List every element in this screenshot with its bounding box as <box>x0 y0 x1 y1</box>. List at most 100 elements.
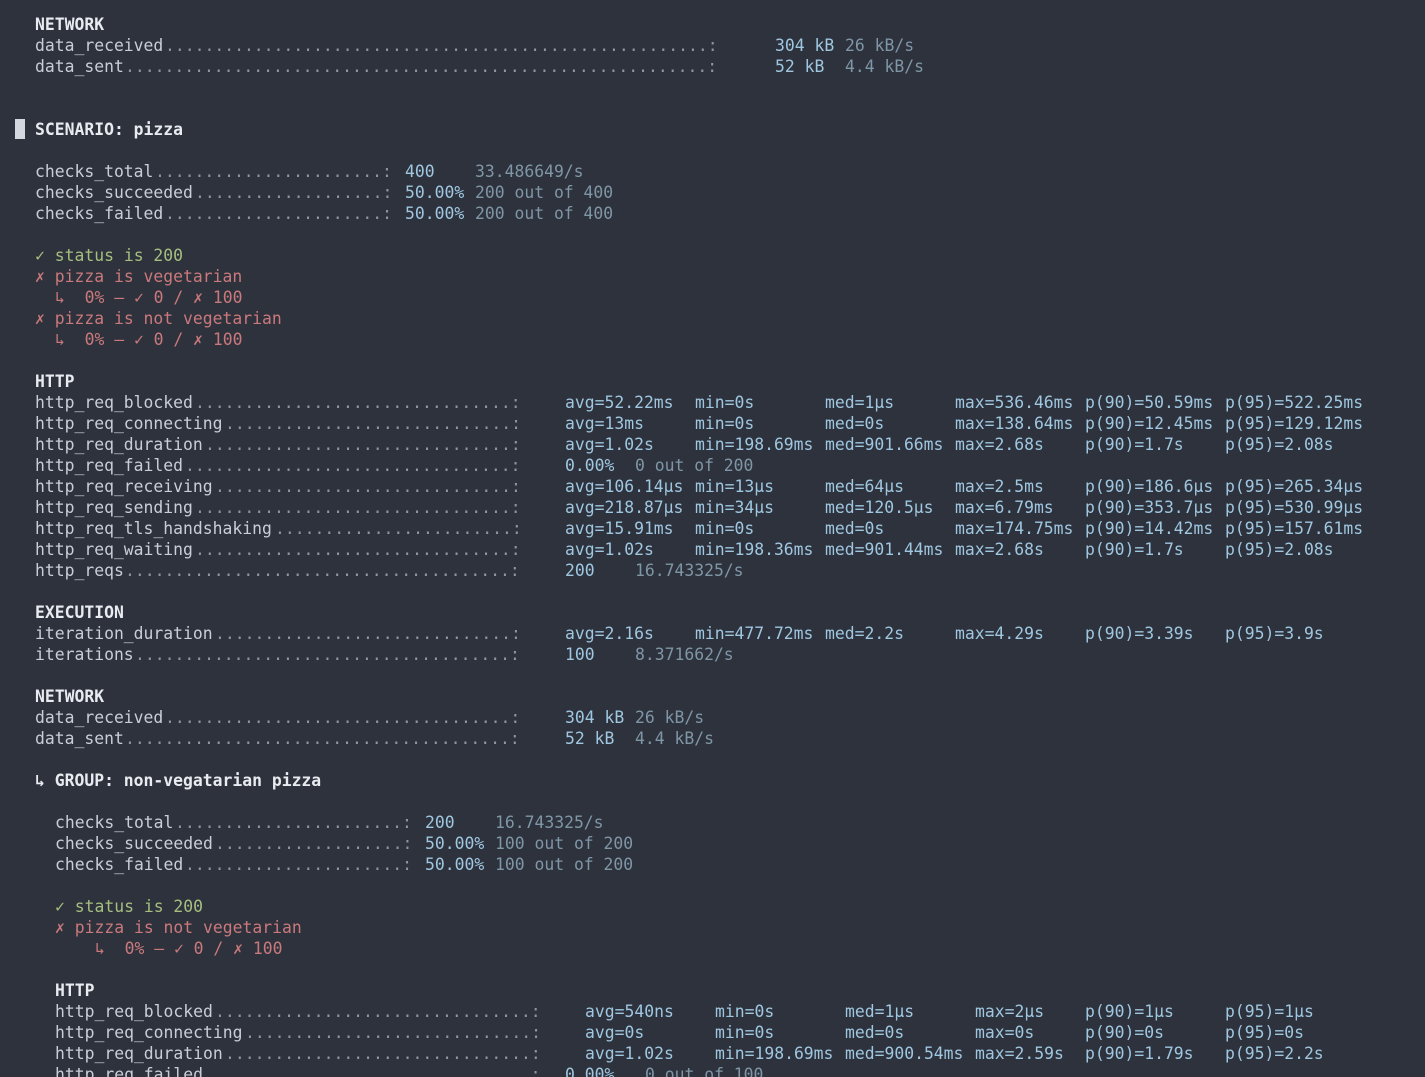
section-heading-execution: EXECUTION <box>35 603 124 622</box>
metric-med: med=0s <box>825 414 885 433</box>
metric-p90: p(90)=1.7s <box>1085 435 1184 454</box>
group-heading: ↳ GROUP: non-vegatarian pizza <box>35 771 322 790</box>
terminal-cursor <box>15 119 25 139</box>
check-result-pass: ✓ status is 200 <box>55 896 203 917</box>
metric-avg: avg=52.22ms <box>565 393 674 412</box>
metric-avg: avg=15.91ms <box>565 519 674 538</box>
metric-row-http-req-connecting: http_req_connecting ....................… <box>35 413 1415 434</box>
metric-p90: p(90)=1.79s <box>1085 1044 1194 1063</box>
metric-min: min=198.69ms <box>715 1044 834 1063</box>
metric-value: 52 kB <box>565 729 615 748</box>
metric-min: min=34µs <box>695 498 774 517</box>
metric-row-http-req-sending: http_req_sending .......................… <box>35 497 1415 518</box>
metric-name: http_req_failed <box>35 456 184 475</box>
metric-dots: ...................................: <box>165 708 521 727</box>
metric-min: min=0s <box>695 414 755 433</box>
check-pass-icon: ✓ <box>35 246 45 265</box>
metric-avg: avg=0s <box>585 1023 645 1042</box>
metric-name: checks_failed <box>55 855 184 874</box>
metric-max: max=536.46ms <box>955 393 1074 412</box>
metric-row-data-sent-top: data_sent ..............................… <box>35 56 1035 77</box>
metric-med: med=1µs <box>845 1002 915 1021</box>
metric-p90: p(90)=3.39s <box>1085 624 1194 643</box>
metric-value: 50.00% <box>425 834 485 853</box>
metric-value: 304 kB <box>565 708 625 727</box>
metric-row-iteration-duration: iteration_duration .....................… <box>35 623 1415 644</box>
metric-detail: 16.743325/s <box>635 561 744 580</box>
check-label: pizza is not vegetarian <box>54 309 282 328</box>
metric-name: checks_succeeded <box>55 834 213 853</box>
section-heading-group-http: HTTP <box>55 981 95 1000</box>
metric-avg: avg=1.02s <box>565 435 654 454</box>
metric-value: 52 kB <box>775 57 825 76</box>
metric-max: max=2.59s <box>975 1044 1064 1063</box>
metric-p95: p(95)=129.12ms <box>1225 414 1364 433</box>
check-breakdown: ↳ 0% — ✓ 0 / ✗ 100 <box>95 939 283 958</box>
metric-value: 200 <box>425 813 455 832</box>
metric-p95: p(95)=530.99µs <box>1225 498 1364 517</box>
metric-value: 50.00% <box>405 183 465 202</box>
metric-rate: 4.4 kB/s <box>635 729 714 748</box>
metric-max: max=174.75ms <box>955 519 1074 538</box>
check-label: status is 200 <box>74 897 204 916</box>
metric-med: med=64µs <box>825 477 904 496</box>
metric-rate: 26 kB/s <box>845 36 915 55</box>
metric-med: med=0s <box>825 519 885 538</box>
metric-dots: ........................................… <box>165 36 718 55</box>
metric-row-group-http-req-failed: http_req_failed ........................… <box>55 1064 1415 1077</box>
metric-min: min=0s <box>715 1023 775 1042</box>
metric-dots: ..............................: <box>215 624 521 643</box>
metric-dots: .............................: <box>245 1023 542 1042</box>
metric-name: http_req_tls_handshaking <box>35 519 272 538</box>
check-fail-icon: ✗ <box>35 309 45 328</box>
metric-avg: avg=2.16s <box>565 624 654 643</box>
metric-avg: avg=218.87µs <box>565 498 684 517</box>
metric-p95: p(95)=2.2s <box>1225 1044 1324 1063</box>
metric-med: med=0s <box>845 1023 905 1042</box>
metric-min: min=198.69ms <box>695 435 814 454</box>
metric-avg: avg=540ns <box>585 1002 674 1021</box>
metric-name: http_req_failed <box>55 1065 204 1077</box>
metric-p90: p(90)=0s <box>1085 1023 1164 1042</box>
metric-dots: ................................: <box>195 498 521 517</box>
metric-name: http_req_blocked <box>35 393 193 412</box>
metric-max: max=2.5ms <box>955 477 1044 496</box>
metric-detail: 16.743325/s <box>495 813 604 832</box>
metric-name: data_sent <box>35 729 124 748</box>
metric-row-http-req-blocked: http_req_blocked .......................… <box>35 392 1415 413</box>
metric-value: 304 kB <box>775 36 835 55</box>
metric-med: med=2.2s <box>825 624 904 643</box>
metric-dots: ...............................: <box>205 435 521 454</box>
check-result-fail: ✗ pizza is vegetarian <box>35 266 242 287</box>
metric-row-group-checks-succeeded: checks_succeeded ...................: 50… <box>55 833 755 854</box>
metric-p90: p(90)=1µs <box>1085 1002 1174 1021</box>
metric-dots: ......................................: <box>135 645 520 664</box>
metric-dots: ...................: <box>215 834 413 853</box>
metric-value: 50.00% <box>405 204 465 223</box>
metric-dots: ................................: <box>195 393 521 412</box>
metric-p95: p(95)=522.25ms <box>1225 393 1364 412</box>
metric-min: min=0s <box>695 519 755 538</box>
metric-name: http_reqs <box>35 561 124 580</box>
metric-row-checks-succeeded: checks_succeeded ...................: 50… <box>35 182 735 203</box>
metric-dots: ...............................: <box>225 1044 541 1063</box>
metric-name: data_received <box>35 708 164 727</box>
check-result-fail: ✗ pizza is not vegetarian <box>55 917 302 938</box>
metric-detail: 100 out of 200 <box>495 855 634 874</box>
metric-name: checks_total <box>35 162 154 181</box>
metric-p90: p(90)=12.45ms <box>1085 414 1214 433</box>
metric-dots: .................................: <box>185 456 521 475</box>
section-heading-network: NETWORK <box>35 687 105 706</box>
metric-row-group-checks-failed: checks_failed ......................: 50… <box>55 854 755 875</box>
metric-detail: 0 out of 200 <box>635 456 754 475</box>
metric-row-data-sent: data_sent ..............................… <box>35 728 1035 749</box>
metric-name: checks_succeeded <box>35 183 193 202</box>
metric-row-http-req-failed: http_req_failed ........................… <box>35 455 1415 476</box>
check-fail-icon: ✗ <box>35 267 45 286</box>
metric-name: data_sent <box>35 57 124 76</box>
scenario-heading: SCENARIO: pizza <box>35 120 184 139</box>
metric-dots: ...................: <box>195 183 393 202</box>
metric-rate: 26 kB/s <box>635 708 705 727</box>
metric-row-checks-total: checks_total .......................: 40… <box>35 161 735 182</box>
metric-min: min=13µs <box>695 477 774 496</box>
